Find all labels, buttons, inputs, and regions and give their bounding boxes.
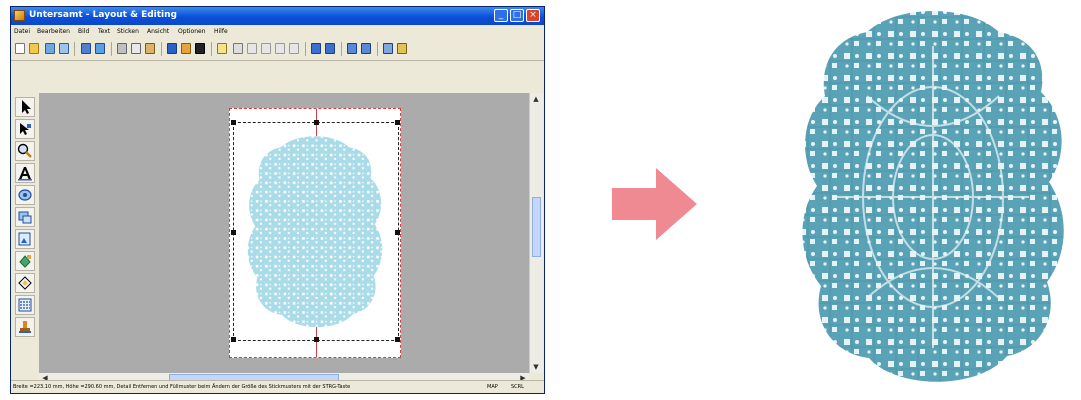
properties-icon[interactable] xyxy=(383,43,393,54)
image-tool-icon[interactable] xyxy=(15,229,35,249)
select-arrow-icon[interactable] xyxy=(15,97,35,117)
resize-handle[interactable] xyxy=(395,230,400,235)
stitch-tool-icon[interactable] xyxy=(15,295,35,315)
status-bar: Breite =223.10 mm, Höhe =290.60 mm, Deta… xyxy=(11,380,544,393)
copy-icon[interactable] xyxy=(131,43,141,54)
resize-handle[interactable] xyxy=(231,120,236,125)
view-icon[interactable] xyxy=(311,43,321,54)
text-tool-icon[interactable] xyxy=(15,163,35,183)
cut-icon[interactable] xyxy=(117,43,127,54)
preview-icon[interactable] xyxy=(347,43,357,54)
selection-frame[interactable] xyxy=(231,120,400,342)
new-icon[interactable] xyxy=(15,43,25,54)
design-canvas[interactable] xyxy=(39,93,529,373)
point-edit-icon[interactable] xyxy=(15,119,35,139)
menu-datei[interactable]: Datei xyxy=(14,26,30,37)
status-map: MAP xyxy=(487,384,498,390)
print-icon[interactable] xyxy=(59,43,69,54)
align-icon[interactable] xyxy=(181,43,191,54)
grid-icon[interactable] xyxy=(233,43,243,54)
resize-handle[interactable] xyxy=(395,337,400,342)
toolbar-strip xyxy=(11,61,544,93)
layout-icon[interactable] xyxy=(261,43,271,54)
toolbar-separator xyxy=(377,42,378,56)
import-icon[interactable] xyxy=(167,43,177,54)
toolbar-separator xyxy=(161,42,162,56)
scroll-down-icon[interactable]: ▼ xyxy=(531,362,541,372)
close-button[interactable]: × xyxy=(526,9,540,22)
toolbar-separator xyxy=(305,42,306,56)
app-window: Untersamt - Layout & Editing _ □ × Datei… xyxy=(10,6,545,394)
toolbar xyxy=(11,38,544,61)
zoom-tool-icon[interactable] xyxy=(15,141,35,161)
menu-bar: Datei Bearbeiten Bild Text Sticken Ansic… xyxy=(11,25,544,38)
undo-icon[interactable] xyxy=(81,43,91,54)
save-icon[interactable] xyxy=(45,43,55,54)
lace-doily-result xyxy=(802,11,1064,382)
resize-handle[interactable] xyxy=(314,337,319,342)
fill-tool-icon[interactable] xyxy=(15,251,35,271)
shape-tool-icon[interactable] xyxy=(15,185,35,205)
resize-handle[interactable] xyxy=(231,230,236,235)
menu-bearbeiten[interactable]: Bearbeiten xyxy=(37,26,70,37)
right-arrow-icon xyxy=(612,168,697,240)
minimize-button[interactable]: _ xyxy=(494,9,508,22)
eraser-tool-icon[interactable] xyxy=(15,273,35,293)
menu-bild[interactable]: Bild xyxy=(78,26,89,37)
window-title: Untersamt - Layout & Editing xyxy=(29,10,177,20)
menu-optionen[interactable]: Optionen xyxy=(178,26,206,37)
menu-text[interactable]: Text xyxy=(98,26,110,37)
layout-icon[interactable] xyxy=(247,43,257,54)
design-page[interactable] xyxy=(229,108,401,358)
rectangle-tool-icon[interactable] xyxy=(15,207,35,227)
resize-handle[interactable] xyxy=(395,120,400,125)
transfer-icon[interactable] xyxy=(397,43,407,54)
redo-icon[interactable] xyxy=(95,43,105,54)
preview-icon[interactable] xyxy=(361,43,371,54)
maximize-button[interactable]: □ xyxy=(510,9,524,22)
menu-sticken[interactable]: Sticken xyxy=(117,26,139,37)
paste-icon[interactable] xyxy=(145,43,155,54)
vertical-scrollbar[interactable]: ▲ ▼ xyxy=(529,93,543,373)
toolbar-separator xyxy=(341,42,342,56)
vertical-scroll-thumb[interactable] xyxy=(532,197,541,257)
title-bar[interactable]: Untersamt - Layout & Editing _ □ × xyxy=(11,7,544,25)
resize-handle[interactable] xyxy=(231,337,236,342)
resize-handle[interactable] xyxy=(314,120,319,125)
app-icon xyxy=(14,10,25,21)
open-icon[interactable] xyxy=(29,43,39,54)
tool-box xyxy=(13,93,37,373)
toolbar-separator xyxy=(74,42,75,56)
menu-ansicht[interactable]: Ansicht xyxy=(147,26,169,37)
status-scrl: SCRL xyxy=(511,384,524,390)
menu-hilfe[interactable]: Hilfe xyxy=(214,26,228,37)
scroll-up-icon[interactable]: ▲ xyxy=(531,94,541,104)
toolbar-separator xyxy=(111,42,112,56)
stamp-tool-icon[interactable] xyxy=(15,317,35,337)
layout-icon[interactable] xyxy=(289,43,299,54)
zoom-icon[interactable] xyxy=(217,43,227,54)
layout-icon[interactable] xyxy=(275,43,285,54)
view-icon[interactable] xyxy=(325,43,335,54)
toolbar-separator xyxy=(211,42,212,56)
transform-icon[interactable] xyxy=(195,43,205,54)
status-text: Breite =223.10 mm, Höhe =290.60 mm, Deta… xyxy=(13,384,351,390)
